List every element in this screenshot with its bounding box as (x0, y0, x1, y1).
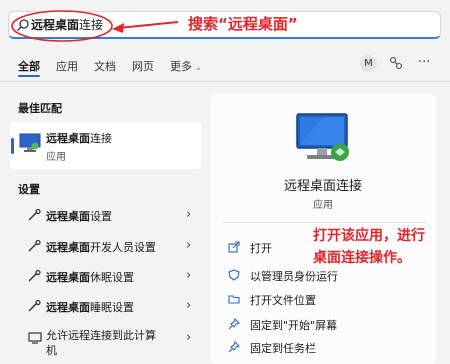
best-match-subtitle: 应用 (46, 152, 66, 163)
chevron-right-icon: › (186, 330, 192, 345)
share-icon[interactable] (389, 56, 403, 70)
chevron-down-icon: ⌄ (195, 63, 202, 72)
list-item-label: 远程桌面设置 (46, 210, 112, 223)
search-icon (17, 19, 29, 31)
settings-heading: 设置 (18, 183, 40, 196)
shield-icon (228, 269, 240, 281)
monitor-icon (28, 332, 42, 344)
tab-all[interactable]: 全部 (18, 58, 40, 74)
detail-app-type: 应用 (313, 200, 333, 211)
list-item[interactable]: 远程桌面休眠设置 › (10, 262, 201, 292)
list-item-label: 允许远程连接到此计算机 (46, 329, 156, 357)
more-options-icon[interactable]: ··· (418, 55, 430, 70)
settings-icon (28, 270, 41, 282)
best-match-card[interactable]: 远程桌面连接 应用 (10, 122, 201, 169)
active-tab-indicator (18, 75, 40, 77)
list-item-label: 远程桌面睡眠设置 (46, 301, 134, 314)
open-annotation: 打开该应用，进行 桌面连接操作。 (313, 228, 425, 266)
tab-documents[interactable]: 文档 (94, 58, 116, 74)
best-match-title: 远程桌面连接 (46, 132, 112, 145)
chevron-right-icon: › (186, 238, 192, 253)
avatar[interactable]: M (360, 55, 377, 72)
remote-desktop-icon (19, 133, 41, 152)
list-item[interactable]: 远程桌面开发人员设置 › (10, 232, 201, 262)
tab-more[interactable]: 更多 ⌄ (170, 58, 202, 74)
list-item-label: 远程桌面休眠设置 (46, 271, 134, 284)
settings-icon (28, 209, 41, 221)
chevron-right-icon: › (186, 298, 192, 313)
divider (222, 222, 427, 223)
open-external-icon (228, 241, 240, 253)
tab-apps[interactable]: 应用 (56, 58, 78, 74)
pin-icon (228, 341, 240, 353)
search-annotation: 搜索“远程桌面” (188, 15, 298, 33)
settings-icon (28, 240, 41, 252)
tab-web[interactable]: 网页 (132, 58, 154, 74)
pin-icon (228, 318, 240, 330)
settings-icon (28, 300, 41, 312)
selection-indicator (11, 138, 14, 154)
list-item[interactable]: 远程桌面设置 › (10, 201, 201, 231)
list-item-label: 远程桌面开发人员设置 (46, 241, 156, 254)
detail-app-name: 远程桌面连接 (283, 179, 362, 194)
filter-tabs: 全部 应用 文档 网页 更多 ⌄ (18, 58, 218, 74)
best-match-heading: 最佳匹配 (18, 102, 62, 115)
list-item[interactable]: 远程桌面睡眠设置 › (10, 292, 201, 322)
list-item[interactable]: 允许远程连接到此计算机 › (10, 322, 201, 362)
divider (0, 81, 450, 82)
folder-icon (228, 295, 240, 304)
chevron-right-icon: › (186, 207, 192, 222)
chevron-right-icon: › (186, 268, 192, 283)
search-input[interactable]: 远程桌面连接 (31, 17, 103, 33)
remote-desktop-large-icon (296, 113, 349, 161)
